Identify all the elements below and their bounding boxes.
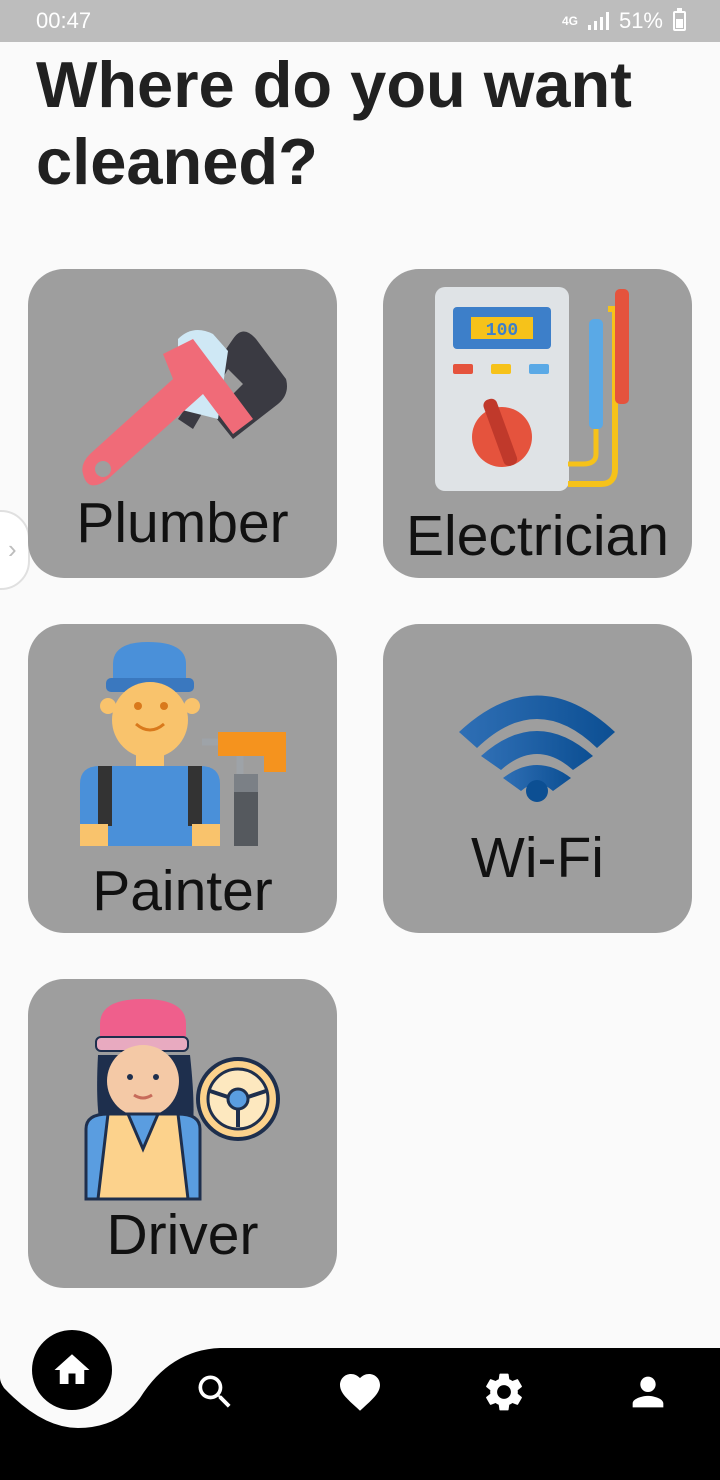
service-label: Electrician bbox=[406, 504, 669, 568]
person-icon bbox=[632, 1376, 664, 1408]
service-tile-wifi[interactable]: Wi-Fi bbox=[383, 624, 692, 933]
page-title: Where do you want cleaned? bbox=[36, 48, 632, 198]
service-label: Painter bbox=[92, 859, 273, 923]
nav-profile-button[interactable] bbox=[616, 1360, 680, 1424]
home-icon bbox=[54, 1354, 90, 1384]
nav-settings-button[interactable] bbox=[472, 1360, 536, 1424]
status-time: 00:47 bbox=[36, 8, 92, 33]
signal-icon bbox=[587, 12, 609, 30]
service-tile-painter[interactable]: Painter bbox=[28, 624, 337, 933]
service-tile-driver[interactable]: Driver bbox=[28, 979, 337, 1288]
battery-percent: 51% bbox=[618, 8, 663, 33]
service-label: Driver bbox=[106, 1203, 259, 1267]
search-icon bbox=[198, 1375, 231, 1408]
status-icons: 4G 51% bbox=[562, 8, 686, 34]
heart-icon bbox=[340, 1374, 380, 1411]
nav-favorites-button[interactable] bbox=[328, 1360, 392, 1424]
battery-icon bbox=[673, 8, 686, 31]
nav-search-button[interactable] bbox=[183, 1360, 247, 1424]
multimeter-display: 100 bbox=[486, 321, 518, 341]
gear-icon bbox=[486, 1373, 522, 1411]
service-label: Plumber bbox=[76, 491, 289, 555]
nav-home-button[interactable] bbox=[32, 1330, 112, 1410]
service-tile-electrician[interactable]: 100 Electrician bbox=[383, 269, 692, 578]
service-tile-plumber[interactable]: Plumber bbox=[28, 269, 337, 578]
service-label: Wi-Fi bbox=[471, 826, 604, 890]
bottom-navigation bbox=[0, 1328, 720, 1480]
chevron-right-icon: › bbox=[8, 534, 17, 564]
status-bar: 00:47 4G 51% bbox=[0, 0, 720, 42]
network-type: 4G bbox=[561, 13, 578, 28]
edge-panel-handle[interactable]: › bbox=[0, 510, 30, 590]
